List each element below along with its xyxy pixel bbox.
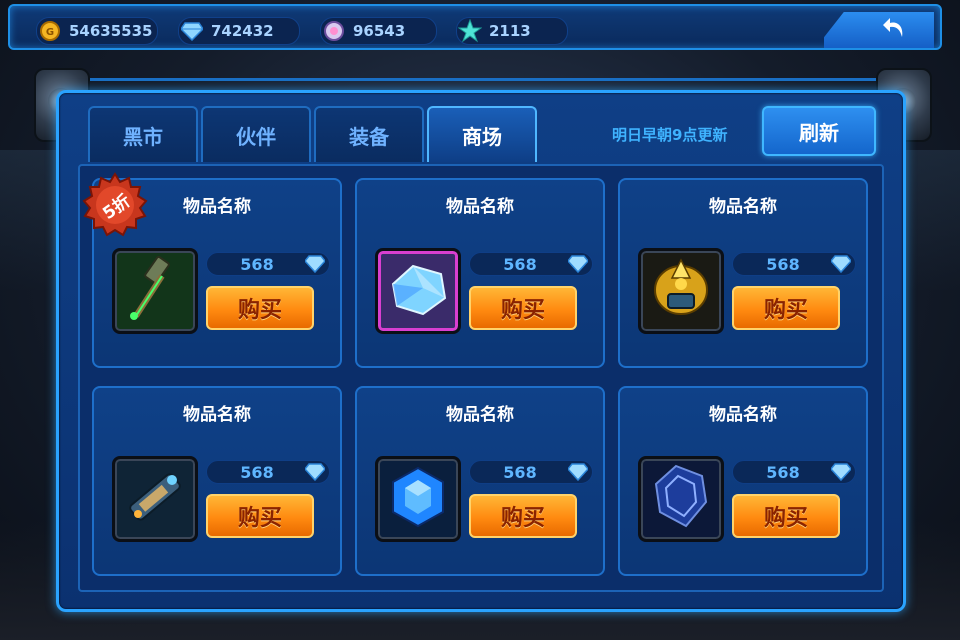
diamond-icon: [567, 255, 589, 277]
shop-tabs: 黑市 伙伴 装备 商场: [88, 106, 537, 162]
svg-text:G: G: [46, 27, 54, 38]
star-counter: 2113: [456, 17, 568, 45]
shop-item-card: 物品名称 568 购买: [618, 386, 868, 576]
tab-equipment[interactable]: 装备: [314, 106, 424, 162]
item-price: 568: [732, 252, 856, 276]
diamond-icon: [304, 255, 326, 277]
item-price-value: 568: [766, 462, 800, 482]
shop-item-card: 物品名称 568 购买: [355, 386, 605, 576]
buy-button[interactable]: 购买: [732, 286, 840, 330]
item-price: 568: [469, 460, 593, 484]
shop-item-card: 物品名称 568 购买: [355, 178, 605, 368]
buy-button[interactable]: 购买: [206, 286, 314, 330]
gold-counter: G 54635535: [36, 17, 158, 45]
buy-button[interactable]: 购买: [469, 286, 577, 330]
item-name: 物品名称: [709, 405, 777, 425]
item-thumbnail[interactable]: [638, 456, 724, 542]
green-hammer-icon: [120, 254, 190, 328]
tech-cannon-icon: [120, 462, 190, 536]
item-thumbnail[interactable]: [375, 456, 461, 542]
item-price: 568: [469, 252, 593, 276]
item-name: 物品名称: [446, 405, 514, 425]
shop-item-card: 物品名称 568 购买: [92, 386, 342, 576]
dark-shield-icon: [646, 462, 716, 536]
blue-crystal-icon: [383, 254, 453, 328]
item-price-value: 568: [503, 254, 537, 274]
item-name: 物品名称: [709, 197, 777, 217]
crystal-orb-icon: [321, 18, 347, 44]
item-thumbnail[interactable]: [112, 248, 198, 334]
diamond-icon: [567, 463, 589, 485]
item-price-value: 568: [503, 462, 537, 482]
item-name: 物品名称: [446, 197, 514, 217]
item-name: 物品名称: [183, 405, 251, 425]
back-button[interactable]: [824, 12, 934, 48]
diamond-icon: [179, 18, 205, 44]
item-price: 568: [732, 460, 856, 484]
crystal-value: 96543: [353, 22, 406, 40]
tab-partner[interactable]: 伙伴: [201, 106, 311, 162]
item-price: 568: [206, 460, 330, 484]
back-arrow-icon: [882, 15, 908, 45]
gold-coin-icon: G: [37, 18, 63, 44]
item-thumbnail[interactable]: [638, 248, 724, 334]
item-price-value: 568: [240, 462, 274, 482]
item-price-value: 568: [240, 254, 274, 274]
crystal-counter: 96543: [320, 17, 437, 45]
star-value: 2113: [489, 22, 531, 40]
diamond-icon: [304, 463, 326, 485]
item-thumbnail[interactable]: [112, 456, 198, 542]
star-icon: [457, 18, 483, 44]
buy-button[interactable]: 购买: [732, 494, 840, 538]
refresh-time-note: 明日早朝9点更新: [612, 126, 728, 144]
gold-value: 54635535: [69, 22, 153, 40]
item-price-value: 568: [766, 254, 800, 274]
resource-bar: G 54635535 742432 96543 2113: [8, 4, 942, 50]
tab-black-market[interactable]: 黑市: [88, 106, 198, 162]
diamond-icon: [830, 255, 852, 277]
diamond-icon: [830, 463, 852, 485]
diamond-value: 742432: [211, 22, 274, 40]
discount-badge: 5折: [82, 172, 148, 238]
item-price: 568: [206, 252, 330, 276]
blue-gem-icon: [383, 462, 453, 536]
shop-item-card: 物品名称 568 购买: [618, 178, 868, 368]
buy-button[interactable]: 购买: [206, 494, 314, 538]
refresh-button[interactable]: 刷新: [762, 106, 876, 156]
buy-button[interactable]: 购买: [469, 494, 577, 538]
golden-helmet-icon: [646, 254, 716, 328]
diamond-counter: 742432: [178, 17, 300, 45]
tab-mall[interactable]: 商场: [427, 106, 537, 162]
item-thumbnail[interactable]: [375, 248, 461, 334]
